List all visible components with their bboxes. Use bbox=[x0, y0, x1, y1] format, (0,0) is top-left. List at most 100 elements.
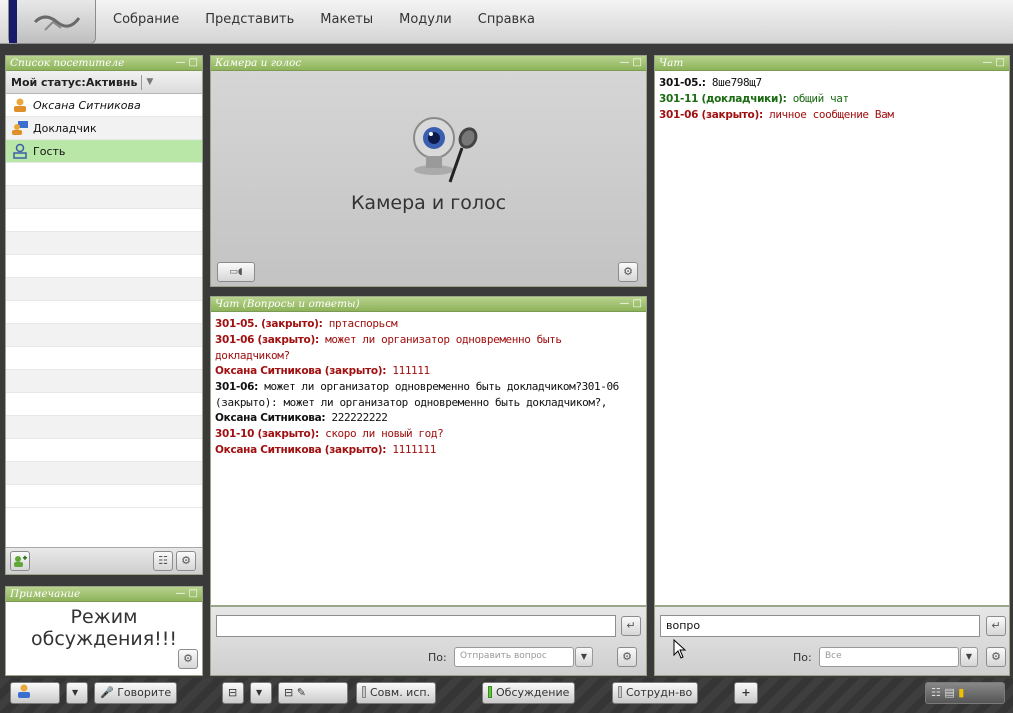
host-icon bbox=[14, 98, 26, 112]
empty-row bbox=[6, 278, 202, 301]
empty-row bbox=[6, 485, 202, 508]
empty-row bbox=[6, 324, 202, 347]
share-screen-button[interactable]: ⊟ ✎ bbox=[278, 682, 348, 704]
qa-message-input[interactable] bbox=[216, 615, 616, 637]
chevron-down-icon[interactable]: ▼ bbox=[250, 682, 272, 704]
empty-row bbox=[6, 255, 202, 278]
camera-caption: Камера и голос bbox=[350, 192, 507, 214]
qa-message: 301-05. (закрыто): пртаспорьсм bbox=[215, 317, 398, 330]
chat-message: 301-11 (докладчики): общий чат bbox=[659, 92, 849, 105]
chat-title-text: Чат bbox=[659, 57, 684, 69]
gear-icon[interactable]: ⚙ bbox=[176, 551, 196, 571]
attendees-window-buttons[interactable]: — □ bbox=[175, 56, 198, 70]
app-logo-tab[interactable] bbox=[8, 0, 96, 44]
layout-tab-collaboration[interactable]: Сотрудн-во bbox=[612, 682, 699, 704]
tray-icons[interactable]: ☷ ▤ ▮ bbox=[925, 682, 1005, 704]
gear-icon[interactable]: ⚙ bbox=[617, 647, 637, 667]
attendee-row-presenter[interactable]: Докладчик bbox=[6, 117, 202, 140]
qa-message: Оксана Ситникова (закрыто): 111111 bbox=[215, 364, 430, 377]
empty-row bbox=[6, 416, 202, 439]
tab-label: Сотрудн-во bbox=[626, 686, 693, 699]
qa-message: 301-10 (закрыто): скоро ли новый год? bbox=[215, 427, 444, 440]
chevron-down-icon[interactable]: ▼ bbox=[575, 647, 593, 667]
add-layout-button[interactable]: + bbox=[734, 682, 758, 704]
add-user-icon[interactable] bbox=[10, 551, 30, 571]
attendee-name: Гость bbox=[33, 144, 66, 158]
note-panel: Примечание — □ Режим обсуждения!!! ⚙ bbox=[5, 586, 203, 676]
empty-row bbox=[6, 186, 202, 209]
attendees-title-text: Список посетителе bbox=[10, 57, 125, 69]
empty-row bbox=[6, 370, 202, 393]
webcam-microphone-icon bbox=[413, 117, 478, 183]
menu-layouts[interactable]: Макеты bbox=[320, 12, 373, 27]
presenter-icon bbox=[12, 121, 28, 135]
attendee-name: Оксана Ситникова bbox=[33, 98, 141, 112]
chat-window-buttons[interactable]: — □ bbox=[982, 56, 1005, 70]
attendees-panel: Список посетителе — □ Мой статус:Активнь… bbox=[5, 55, 203, 575]
microphone-icon: 🎤 bbox=[100, 686, 114, 699]
empty-row bbox=[6, 393, 202, 416]
note-text[interactable]: Режим обсуждения!!! bbox=[6, 602, 202, 650]
note-panel-title: Примечание — □ bbox=[6, 587, 202, 602]
guest-icon bbox=[13, 143, 27, 159]
grid-view-icon[interactable]: ☷ bbox=[153, 551, 173, 571]
qa-chat-panel: Чат (Вопросы и ответы) — □ 301-05. (закр… bbox=[210, 296, 647, 606]
menu-pods[interactable]: Модули bbox=[399, 12, 452, 27]
chevron-down-icon[interactable]: ▼ bbox=[960, 647, 978, 667]
gear-icon[interactable]: ⚙ bbox=[986, 647, 1006, 667]
layout-tab-discussion[interactable]: Обсуждение bbox=[482, 682, 576, 704]
note-window-buttons[interactable]: — □ bbox=[175, 587, 198, 601]
notification-icon: ▮ bbox=[958, 686, 965, 699]
qa-window-buttons[interactable]: — □ bbox=[619, 297, 642, 311]
attendee-row-host[interactable]: Оксана Ситникова bbox=[6, 94, 202, 117]
camera-panel-title: Камера и голос — □ bbox=[211, 56, 646, 71]
attendee-name: Докладчик bbox=[33, 121, 97, 135]
webcam-icon[interactable]: ⊟ bbox=[222, 682, 244, 704]
chat-input-area: вопро ↵ По: Все ▼ ⚙ bbox=[654, 606, 1010, 676]
people-status-button[interactable] bbox=[10, 682, 60, 704]
chevron-down-icon[interactable]: ▼ bbox=[66, 682, 88, 704]
menu-present[interactable]: Представить bbox=[205, 12, 294, 27]
qa-input-area: ↵ По: Отправить вопрос ▼ ⚙ bbox=[210, 606, 647, 676]
chat-message-list: 301-05.: 8ше798щ7 301-11 (докладчики): о… bbox=[655, 71, 1009, 127]
note-text-line2: обсуждения!!! bbox=[30, 628, 178, 650]
qa-message: 301-06 (закрыто): может ли организатор о… bbox=[215, 333, 562, 362]
empty-row bbox=[6, 301, 202, 324]
chat-to-label: По: bbox=[793, 651, 812, 664]
chat-panel-title: Чат — □ bbox=[655, 56, 1009, 71]
tab-label: Обсуждение bbox=[496, 686, 570, 699]
chat-panel: Чат — □ 301-05.: 8ше798щ7 301-11 (доклад… bbox=[654, 55, 1010, 606]
camera-audio-toggle-icon[interactable]: ▭◖ bbox=[217, 262, 255, 282]
attendees-panel-title: Список посетителе — □ bbox=[6, 56, 202, 71]
menu-meeting[interactable]: Собрание bbox=[113, 12, 179, 27]
empty-row bbox=[6, 232, 202, 255]
chat-message-input[interactable]: вопро bbox=[660, 615, 980, 637]
top-menu-bar: Собрание Представить Макеты Модули Справ… bbox=[0, 0, 1013, 44]
send-enter-icon[interactable]: ↵ bbox=[986, 616, 1006, 636]
qa-to-label: По: bbox=[428, 651, 447, 664]
tab-label: Совм. исп. bbox=[370, 686, 431, 699]
camera-footer: ▭◖ ⚙ bbox=[211, 258, 646, 286]
qa-title-text: Чат (Вопросы и ответы) bbox=[215, 298, 360, 310]
talk-button[interactable]: 🎤 Говорите bbox=[94, 682, 178, 704]
attendee-list: Оксана Ситникова Докладчик Гость bbox=[6, 94, 202, 508]
qa-message: Оксана Ситникова: 222222222 bbox=[215, 411, 388, 424]
chevron-down-icon[interactable]: ▼ bbox=[146, 77, 153, 87]
my-status-dropdown[interactable]: Мой статус:Активнь ▼ bbox=[6, 71, 202, 94]
qa-message: 301-06: может ли организатор одновременн… bbox=[215, 380, 619, 409]
send-enter-icon[interactable]: ↵ bbox=[621, 616, 641, 636]
camera-title-text: Камера и голос bbox=[215, 57, 302, 69]
attendee-row-guest[interactable]: Гость bbox=[6, 140, 202, 163]
layout-tab-sharing[interactable]: Совм. исп. bbox=[356, 682, 437, 704]
gear-icon[interactable]: ⚙ bbox=[618, 262, 638, 282]
bottom-toolbar: ▼ 🎤 Говорите ⊟ ▼ ⊟ ✎ Совм. исп. Обсужден… bbox=[0, 678, 1013, 713]
gear-icon[interactable]: ⚙ bbox=[178, 649, 198, 669]
camera-window-buttons[interactable]: — □ bbox=[619, 56, 642, 70]
qa-recipient-select[interactable]: Отправить вопрос bbox=[454, 647, 574, 667]
chat-recipient-select[interactable]: Все bbox=[819, 647, 959, 667]
attendees-footer: ☷ ⚙ bbox=[6, 547, 202, 574]
camera-voice-panel: Камера и голос — □ Камера и голос ▭◖ ⚙ bbox=[210, 55, 647, 287]
menu-help[interactable]: Справка bbox=[478, 12, 535, 27]
app-logo-icon bbox=[33, 15, 81, 31]
my-status-label: Мой статус:Активнь bbox=[11, 75, 138, 89]
